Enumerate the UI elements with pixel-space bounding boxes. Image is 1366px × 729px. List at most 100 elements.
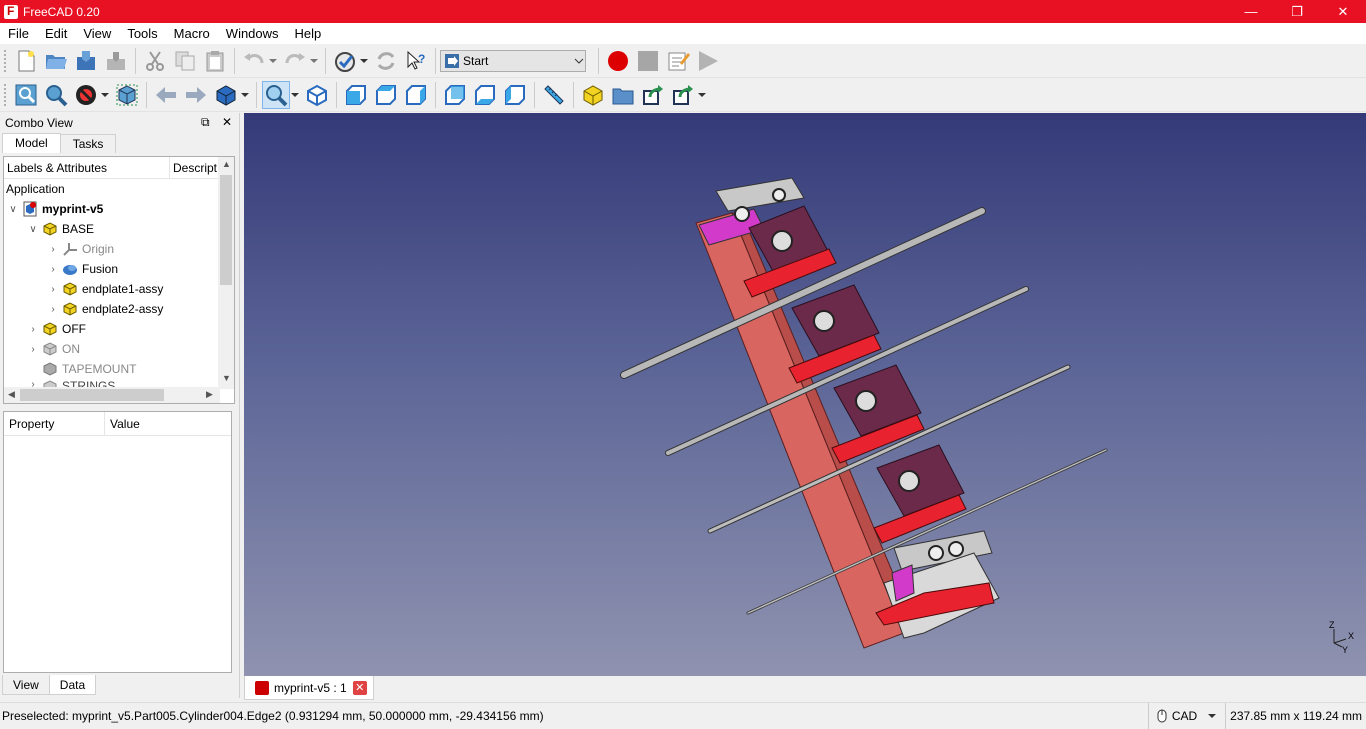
carriage-3[interactable] bbox=[831, 364, 925, 464]
value-header[interactable]: Value bbox=[105, 412, 231, 435]
tab-tasks[interactable]: Tasks bbox=[59, 134, 117, 153]
cut-button[interactable] bbox=[141, 47, 169, 75]
carriage-4[interactable] bbox=[873, 444, 967, 544]
macro-edit-button[interactable] bbox=[664, 47, 692, 75]
save-as-button[interactable] bbox=[102, 47, 130, 75]
menu-macro[interactable]: Macro bbox=[166, 23, 218, 44]
toolbar-grip[interactable] bbox=[3, 82, 7, 107]
tree-item-endplate1[interactable]: › endplate1-assy bbox=[4, 279, 234, 299]
refresh-dropdown[interactable] bbox=[358, 47, 370, 75]
open-button[interactable] bbox=[42, 47, 70, 75]
view-left-button[interactable] bbox=[501, 81, 529, 109]
workbench-selector[interactable]: Start bbox=[440, 49, 586, 72]
chevron-right-icon[interactable]: › bbox=[46, 264, 60, 275]
tab-data[interactable]: Data bbox=[48, 675, 97, 695]
model-view[interactable]: Z X Y bbox=[244, 113, 1366, 676]
copy-button[interactable] bbox=[171, 47, 199, 75]
std-view-dropdown[interactable] bbox=[239, 81, 251, 109]
document-tab[interactable]: myprint-v5 : 1 ✕ bbox=[244, 676, 374, 700]
view-right-button[interactable] bbox=[402, 81, 430, 109]
view-bottom-button[interactable] bbox=[471, 81, 499, 109]
carriage-2[interactable] bbox=[788, 284, 882, 384]
property-header[interactable]: Property bbox=[4, 412, 105, 435]
std-view-button[interactable] bbox=[212, 81, 240, 109]
view-forward-button[interactable] bbox=[182, 81, 210, 109]
undo-dropdown[interactable] bbox=[267, 47, 279, 75]
menu-tools[interactable]: Tools bbox=[119, 23, 165, 44]
view-back-button[interactable] bbox=[152, 81, 180, 109]
tree-item-endplate2[interactable]: › endplate2-assy bbox=[4, 299, 234, 319]
new-document-button[interactable] bbox=[12, 47, 40, 75]
recompute-button[interactable] bbox=[372, 47, 400, 75]
tree-item-tapemount[interactable]: TAPEMOUNT bbox=[4, 359, 234, 379]
view-front-button[interactable] bbox=[342, 81, 370, 109]
tab-model[interactable]: Model bbox=[2, 133, 61, 153]
menu-help[interactable]: Help bbox=[287, 23, 330, 44]
macro-record-button[interactable] bbox=[604, 47, 632, 75]
tree-item-on[interactable]: › ON bbox=[4, 339, 234, 359]
tree-item-fusion[interactable]: › Fusion bbox=[4, 259, 234, 279]
chevron-right-icon[interactable]: › bbox=[26, 324, 40, 335]
scroll-left-icon[interactable]: ◀ bbox=[8, 389, 15, 400]
chevron-down-icon[interactable]: ∨ bbox=[6, 204, 20, 215]
chevron-down-icon[interactable]: ∨ bbox=[26, 224, 40, 235]
create-link-button[interactable] bbox=[639, 81, 667, 109]
whats-this-button[interactable]: ? bbox=[402, 47, 430, 75]
scrollbar-thumb[interactable] bbox=[20, 389, 164, 401]
tree-header-description[interactable]: Descript bbox=[170, 157, 220, 178]
link-actions-dropdown[interactable] bbox=[696, 81, 708, 109]
redo-button[interactable] bbox=[281, 47, 309, 75]
fit-all-button[interactable] bbox=[12, 81, 40, 109]
scroll-right-icon[interactable]: ▶ bbox=[206, 389, 213, 400]
link-actions-button[interactable] bbox=[669, 81, 697, 109]
chevron-right-icon[interactable]: › bbox=[26, 344, 40, 355]
scrollbar-thumb[interactable] bbox=[220, 175, 232, 285]
chevron-right-icon[interactable]: › bbox=[46, 244, 60, 255]
toolbar-grip[interactable] bbox=[3, 48, 7, 73]
undo-button[interactable] bbox=[240, 47, 268, 75]
zoom-dropdown[interactable] bbox=[289, 81, 301, 109]
view-top-button[interactable] bbox=[372, 81, 400, 109]
menu-edit[interactable]: Edit bbox=[37, 23, 75, 44]
tab-view[interactable]: View bbox=[2, 675, 50, 695]
create-group-button[interactable] bbox=[609, 81, 637, 109]
zoom-box-button[interactable] bbox=[262, 80, 290, 109]
view-rear-button[interactable] bbox=[441, 81, 469, 109]
menu-view[interactable]: View bbox=[75, 23, 119, 44]
tree-item-off[interactable]: › OFF bbox=[4, 319, 234, 339]
undock-icon[interactable]: ⧉ bbox=[201, 115, 210, 130]
tree-item-origin[interactable]: › Origin bbox=[4, 239, 234, 259]
navigation-style-selector[interactable]: CAD bbox=[1147, 702, 1225, 729]
paste-button[interactable] bbox=[201, 47, 229, 75]
macro-stop-button[interactable] bbox=[634, 47, 662, 75]
save-button[interactable] bbox=[72, 47, 100, 75]
close-panel-icon[interactable]: ✕ bbox=[222, 115, 232, 129]
fit-selection-button[interactable] bbox=[42, 81, 70, 109]
refresh-toggle-button[interactable] bbox=[331, 47, 359, 75]
redo-dropdown[interactable] bbox=[308, 47, 320, 75]
property-editor[interactable]: Property Value bbox=[3, 411, 232, 673]
tree-horizontal-scrollbar[interactable]: ◀ ▶ bbox=[4, 387, 220, 403]
view-isometric-button[interactable] bbox=[303, 81, 331, 109]
close-window-button[interactable]: ✕ bbox=[1320, 0, 1366, 23]
tree-vertical-scrollbar[interactable]: ▲ ▼ bbox=[218, 157, 234, 389]
create-part-button[interactable] bbox=[579, 81, 607, 109]
minimize-button[interactable]: — bbox=[1228, 0, 1274, 23]
model-tree[interactable]: Labels & Attributes Descript Application… bbox=[3, 156, 235, 404]
menu-windows[interactable]: Windows bbox=[218, 23, 287, 44]
chevron-right-icon[interactable]: › bbox=[46, 284, 60, 295]
scroll-up-icon[interactable]: ▲ bbox=[222, 159, 231, 169]
tree-item-document[interactable]: ∨ myprint-v5 bbox=[4, 199, 234, 219]
menu-file[interactable]: File bbox=[0, 23, 37, 44]
chevron-right-icon[interactable]: › bbox=[46, 304, 60, 315]
tree-item-base[interactable]: ∨ BASE bbox=[4, 219, 234, 239]
macro-execute-button[interactable] bbox=[694, 47, 722, 75]
draw-style-button[interactable] bbox=[72, 81, 100, 109]
tree-header-labels[interactable]: Labels & Attributes bbox=[4, 157, 170, 178]
restore-button[interactable]: ❐ bbox=[1274, 0, 1320, 23]
scroll-down-icon[interactable]: ▼ bbox=[222, 373, 231, 383]
measure-distance-button[interactable] bbox=[540, 81, 568, 109]
close-tab-icon[interactable]: ✕ bbox=[352, 680, 367, 695]
3d-viewport[interactable]: Z X Y bbox=[244, 113, 1366, 676]
draw-style-dropdown[interactable] bbox=[99, 81, 111, 109]
